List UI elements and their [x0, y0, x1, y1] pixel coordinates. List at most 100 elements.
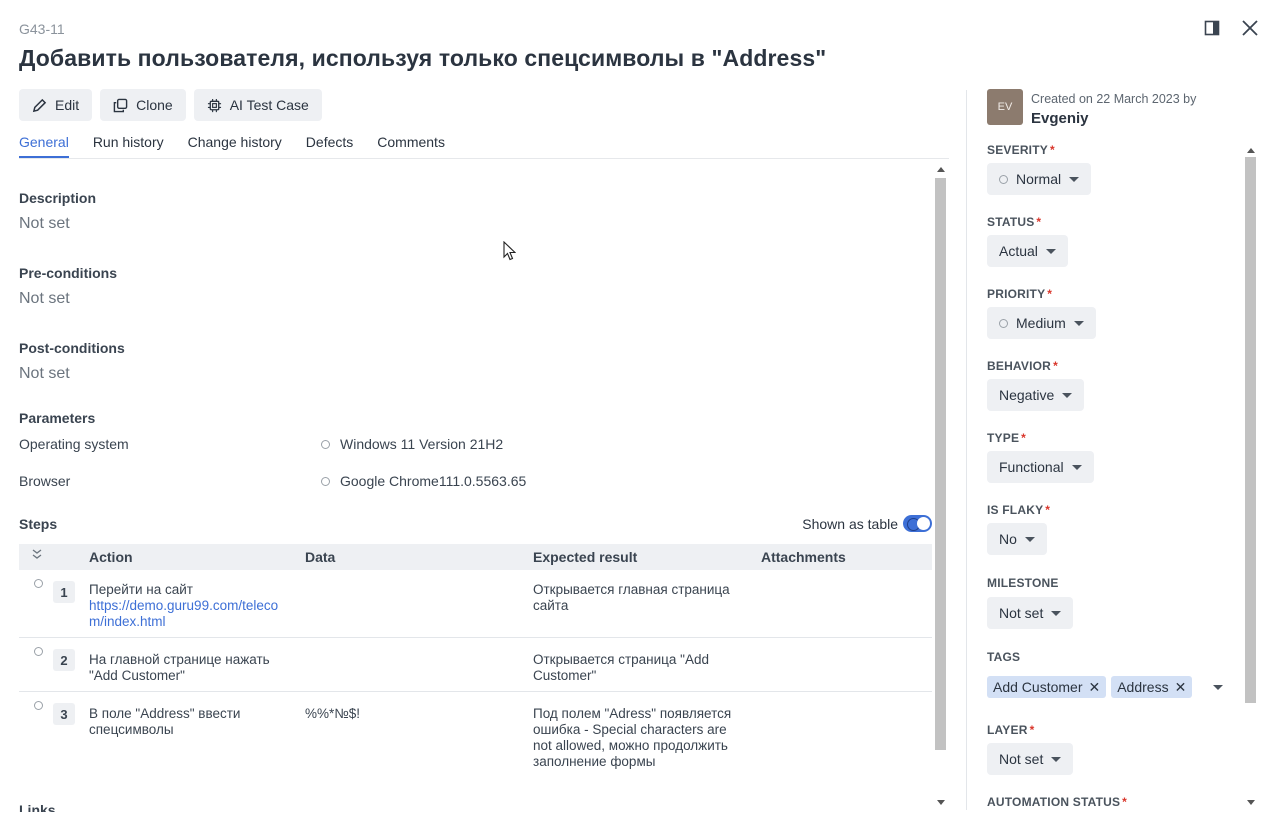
copy-icon	[113, 98, 128, 112]
type-label: TYPE *	[987, 431, 1026, 445]
scrollbar-thumb[interactable]	[935, 178, 946, 750]
tab-run-history[interactable]: Run history	[93, 134, 164, 158]
step-number: 3	[53, 703, 75, 725]
tab-general[interactable]: General	[19, 134, 69, 158]
layer-dropdown[interactable]: Not set	[987, 743, 1074, 775]
tab-bar: General Run history Change history Defec…	[19, 134, 445, 158]
expected-line: заполнение формы	[533, 754, 656, 769]
sidebar-scrollbar[interactable]	[1243, 141, 1259, 811]
required-mark: *	[1036, 215, 1042, 229]
automation-status-label: AUTOMATION STATUS *	[987, 795, 1127, 809]
remove-tag-icon[interactable]: ✕	[1088, 679, 1100, 696]
tags-input[interactable]: Add Customer ✕ Address ✕	[987, 676, 1193, 698]
priority-dropdown[interactable]: Medium	[987, 307, 1096, 339]
severity-circle-icon	[999, 174, 1008, 184]
postconditions-value[interactable]: Not set	[19, 365, 70, 383]
clone-button[interactable]: Clone	[100, 89, 186, 121]
collapse-all-icon[interactable]	[31, 547, 43, 563]
mouse-cursor-icon	[503, 240, 517, 264]
required-mark: *	[1122, 795, 1128, 809]
label-text: SEVERITY	[987, 143, 1048, 157]
label-text: PRIORITY	[987, 287, 1046, 301]
parameters-label: Parameters	[19, 410, 96, 426]
milestone-dropdown[interactable]: Not set	[987, 597, 1074, 629]
dropdown-value: Not set	[999, 605, 1044, 621]
preconditions-label: Pre-conditions	[19, 265, 118, 281]
radio-circle-icon	[34, 701, 43, 710]
step-number: 1	[53, 581, 75, 603]
ai-test-case-label: AI Test Case	[229, 97, 309, 113]
required-mark: *	[1021, 431, 1027, 445]
dropdown-value: No	[999, 531, 1017, 547]
behavior-dropdown[interactable]: Negative	[987, 379, 1085, 411]
radio-circle-icon	[321, 476, 330, 486]
preconditions-value[interactable]: Not set	[19, 290, 70, 308]
description-value[interactable]: Not set	[19, 215, 70, 233]
action-line: На главной странице нажать	[89, 652, 270, 667]
chevron-down-icon	[1062, 392, 1073, 398]
edit-button-label: Edit	[55, 97, 80, 113]
parameter-value-text: Windows 11 Version 21H2	[340, 436, 504, 452]
shown-as-table-toggle[interactable]: Shown as table	[802, 515, 932, 532]
step-action: В поле "Address" ввести спецсимволы	[89, 706, 299, 738]
close-icon[interactable]	[1240, 18, 1260, 38]
behavior-label: BEHAVIOR *	[987, 359, 1058, 373]
tags-chevron-down-icon[interactable]	[1213, 685, 1223, 690]
table-row[interactable]: 1 Перейти на сайт https://demo.guru99.co…	[19, 570, 932, 638]
expected-line: Под полем "Adress" появляется	[533, 706, 732, 721]
is-flaky-label: IS FLAKY *	[987, 503, 1050, 517]
links-label: Links	[19, 802, 56, 812]
chevron-down-icon	[1045, 248, 1056, 254]
severity-label: SEVERITY *	[987, 143, 1055, 157]
scroll-up-icon[interactable]	[1245, 145, 1256, 155]
tabs-divider	[19, 158, 949, 159]
table-row[interactable]: 2 На главной странице нажать "Add Custom…	[19, 638, 932, 692]
ai-test-case-button[interactable]: AI Test Case	[193, 89, 322, 121]
tag-text: Address	[1117, 679, 1169, 695]
label-text: STATUS	[987, 215, 1035, 229]
radio-circle-icon	[321, 439, 330, 449]
clone-button-label: Clone	[136, 97, 173, 113]
tab-change-history[interactable]: Change history	[188, 134, 282, 158]
panel-divider	[966, 90, 967, 810]
status-dropdown[interactable]: Actual	[987, 235, 1068, 267]
tag-text: Add Customer	[993, 679, 1083, 695]
label-text: TYPE	[987, 431, 1020, 445]
edit-button[interactable]: Edit	[19, 89, 93, 121]
scroll-down-icon[interactable]	[1245, 797, 1256, 807]
step-action: На главной странице нажать "Add Customer…	[89, 652, 299, 684]
label-text: LAYER	[987, 723, 1028, 737]
layer-label: LAYER *	[987, 723, 1034, 737]
tab-defects[interactable]: Defects	[306, 134, 353, 158]
table-row[interactable]: 3 В поле "Address" ввести спецсимволы %%…	[19, 692, 932, 778]
label-text: BEHAVIOR	[987, 359, 1052, 373]
expected-line: ошибка - Special characters are	[533, 722, 727, 737]
main-scrollbar[interactable]	[932, 160, 948, 812]
scrollbar-thumb[interactable]	[1245, 157, 1256, 703]
is-flaky-dropdown[interactable]: No	[987, 523, 1047, 555]
steps-label: Steps	[19, 516, 58, 532]
avatar: EV	[987, 89, 1023, 125]
parameter-value[interactable]: Windows 11 Version 21H2	[321, 436, 503, 452]
scroll-up-icon[interactable]	[935, 164, 946, 174]
remove-tag-icon[interactable]: ✕	[1175, 679, 1187, 696]
author-name[interactable]: Evgeniy	[1031, 110, 1089, 127]
sidebar-toggle-icon[interactable]	[1202, 18, 1222, 38]
step-action-link[interactable]: https://demo.guru99.com/teleco m/index.ht…	[89, 598, 278, 629]
required-mark: *	[1029, 723, 1035, 737]
status-label: STATUS *	[987, 215, 1041, 229]
step-data: %%*№$!	[305, 706, 361, 721]
tab-comments[interactable]: Comments	[377, 134, 445, 158]
postconditions-label: Post-conditions	[19, 340, 125, 356]
parameter-name: Operating system	[19, 436, 129, 452]
page-title: Добавить пользователя, используя только …	[19, 45, 827, 71]
type-dropdown[interactable]: Functional	[987, 451, 1094, 483]
toggle-switch[interactable]	[903, 515, 932, 532]
dropdown-value: Negative	[999, 387, 1055, 403]
parameter-value[interactable]: Google Chrome111.0.5563.65	[321, 473, 526, 489]
column-header: Data	[305, 549, 336, 565]
dropdown-value: Actual	[999, 243, 1038, 259]
scroll-down-icon[interactable]	[935, 797, 946, 807]
expected-line: not allowed, можно продолжить	[533, 738, 728, 753]
severity-dropdown[interactable]: Normal	[987, 163, 1092, 195]
